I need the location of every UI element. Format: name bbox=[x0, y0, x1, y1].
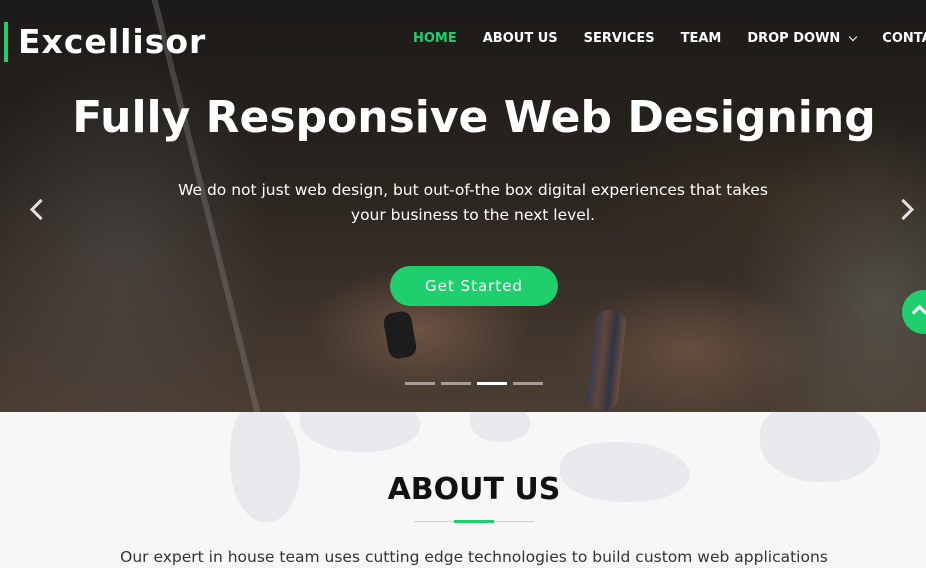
main-nav: HOME ABOUT US SERVICES TEAM DROP DOWN CO… bbox=[413, 31, 926, 46]
slider-next-button[interactable] bbox=[892, 198, 918, 223]
hero-title: Fully Responsive Web Designing bbox=[72, 92, 876, 143]
slider-dot-2[interactable] bbox=[441, 382, 471, 385]
chevron-left-icon bbox=[29, 198, 52, 221]
slider-dot-4[interactable] bbox=[513, 382, 543, 385]
logo-accent-bar bbox=[4, 22, 8, 62]
nav-drop-down-label: DROP DOWN bbox=[747, 31, 841, 46]
site-logo[interactable]: Excellisor bbox=[18, 22, 206, 61]
nav-services[interactable]: SERVICES bbox=[584, 31, 655, 46]
nav-about-us[interactable]: ABOUT US bbox=[483, 31, 558, 46]
hero-slider: Excellisor HOME ABOUT US SERVICES TEAM D… bbox=[0, 0, 926, 412]
get-started-button[interactable]: Get Started bbox=[390, 266, 558, 306]
hero-subtitle: We do not just web design, but out-of-th… bbox=[178, 181, 768, 224]
nav-home[interactable]: HOME bbox=[413, 31, 457, 46]
slider-dot-3[interactable] bbox=[477, 382, 507, 385]
slider-indicators bbox=[405, 382, 549, 385]
about-divider-accent bbox=[454, 520, 494, 523]
nav-team[interactable]: TEAM bbox=[681, 31, 722, 46]
about-title: ABOUT US bbox=[387, 472, 561, 507]
world-map-background bbox=[300, 412, 420, 452]
nav-drop-down[interactable]: DROP DOWN bbox=[747, 31, 858, 46]
nav-contact[interactable]: CONTACT bbox=[882, 31, 926, 46]
slider-dot-1[interactable] bbox=[405, 382, 435, 385]
about-section: ABOUT US Our expert in house team uses c… bbox=[0, 412, 926, 568]
about-text: Our expert in house team uses cutting ed… bbox=[120, 548, 828, 566]
chevron-down-icon bbox=[849, 32, 858, 42]
chevron-up-icon bbox=[911, 304, 926, 321]
slider-prev-button[interactable] bbox=[28, 198, 52, 223]
world-map-background bbox=[470, 412, 530, 442]
